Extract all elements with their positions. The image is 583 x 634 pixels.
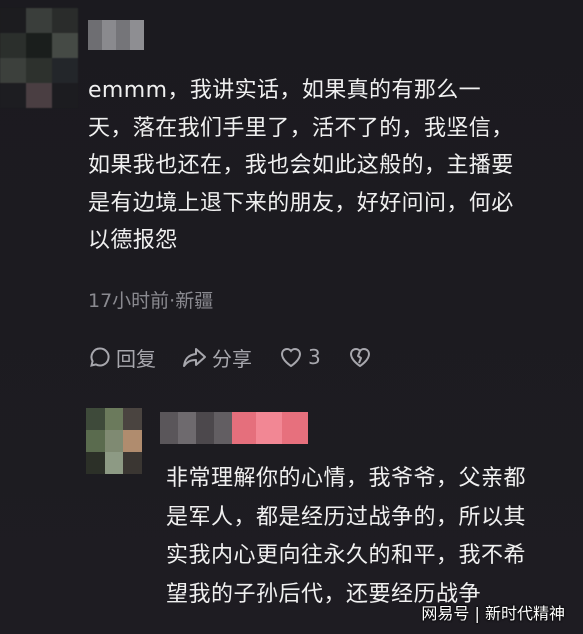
broken-heart-icon	[347, 345, 373, 369]
reply-label: 回复	[116, 346, 156, 371]
heart-icon	[278, 345, 304, 369]
comment-line: 天，落在我们手里了，活不了的，我坚信，	[88, 115, 514, 141]
share-label: 分享	[212, 346, 252, 371]
comment-meta: 17小时前·新疆	[88, 290, 214, 312]
reply-body: 非常理解你的心情，我爷爷，父亲都 是军人，都是经历过战争的，所以其 实我内心更向…	[166, 460, 566, 614]
like-count: 3	[308, 345, 321, 369]
comment-body: emmm，我讲实话，如果真的有那么一 天，落在我们手里了，活不了的，我坚信， 如…	[88, 72, 558, 260]
reply-username[interactable]	[160, 412, 308, 444]
comment-bubble-icon	[88, 345, 112, 369]
dislike-button[interactable]	[347, 345, 373, 369]
comment-line: 以德报怨	[88, 228, 178, 253]
comment-line: emmm，我讲实话，如果真的有那么一	[88, 78, 482, 103]
comment-line: 是有边境上退下来的朋友，好好问问，何必	[88, 190, 514, 216]
avatar[interactable]	[0, 8, 78, 108]
reply-line: 是军人，都是经历过战争的，所以其	[166, 504, 527, 530]
reply-button[interactable]: 回复	[88, 343, 156, 372]
share-arrow-icon	[182, 345, 208, 369]
reply-line: 实我内心更向往永久的和平，我不希	[166, 543, 527, 568]
watermark: 网易号 | 新时代精神	[421, 604, 565, 623]
comment-actions: 回复 分享 3	[88, 340, 399, 374]
share-button[interactable]: 分享	[182, 343, 252, 372]
like-button[interactable]: 3	[278, 345, 321, 369]
comment-line: 如果我也还在，我也会如此这般的，主播要	[88, 153, 514, 178]
reply-line: 非常理解你的心情，我爷爷，父亲都	[166, 466, 527, 491]
username[interactable]	[88, 20, 144, 50]
reply-avatar[interactable]	[86, 408, 142, 474]
